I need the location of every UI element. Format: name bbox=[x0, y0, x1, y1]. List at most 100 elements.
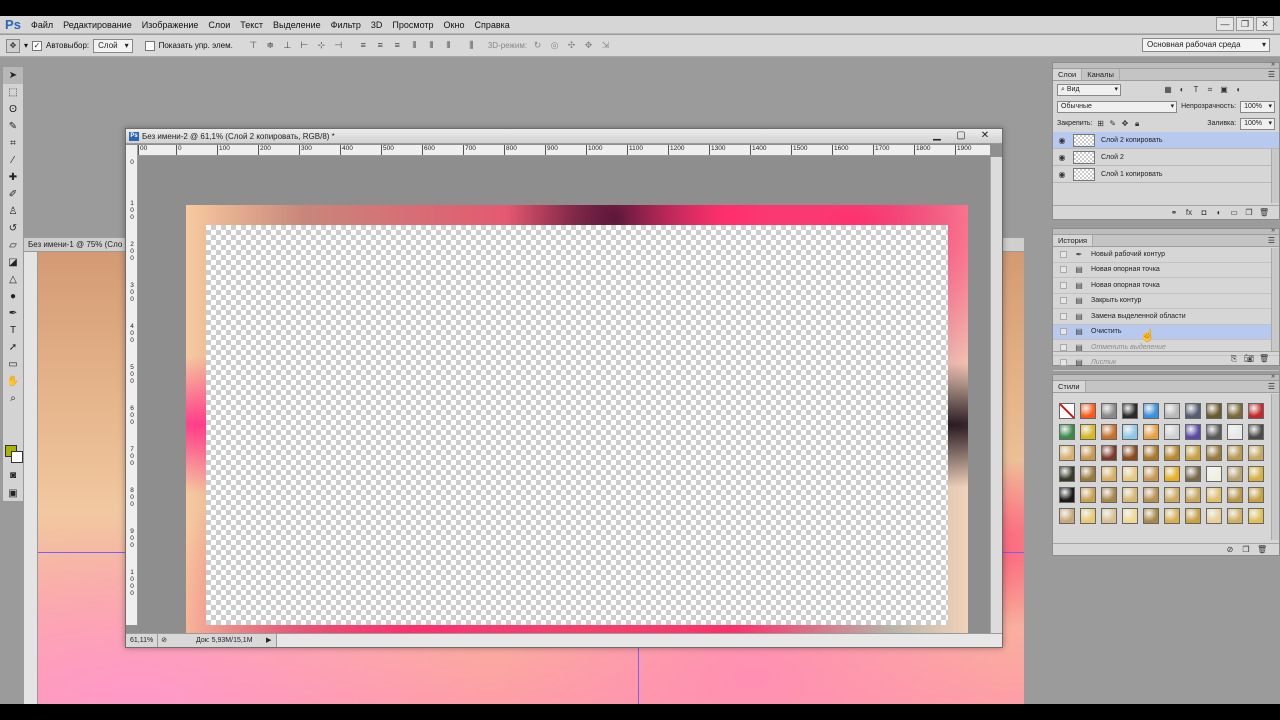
history-item[interactable]: ▤ Очистить bbox=[1053, 324, 1279, 340]
style-swatch[interactable] bbox=[1185, 445, 1201, 461]
style-swatch[interactable] bbox=[1227, 466, 1243, 482]
doc-maximize-button[interactable]: ▢ bbox=[952, 130, 970, 142]
style-swatch[interactable] bbox=[1164, 445, 1180, 461]
filter-shape-icon[interactable]: ⌗ bbox=[1205, 85, 1215, 95]
new-layer-icon[interactable]: ❐ bbox=[1244, 208, 1254, 217]
quick-mask-icon[interactable]: ◙ bbox=[3, 467, 23, 484]
style-swatch[interactable] bbox=[1248, 445, 1264, 461]
style-swatch[interactable] bbox=[1122, 445, 1138, 461]
clear-style-icon[interactable]: ⊘ bbox=[1225, 545, 1235, 554]
main-document-title[interactable]: Ps Без имени-2 @ 61,1% (Слой 2 копироват… bbox=[126, 129, 1002, 144]
eye-icon[interactable]: ◉ bbox=[1053, 170, 1071, 179]
stamp-tool-icon[interactable]: ♙ bbox=[3, 203, 23, 220]
drag-3d-icon[interactable]: ✣ bbox=[565, 39, 578, 52]
rotate-3d-icon[interactable]: ↻ bbox=[531, 39, 544, 52]
style-swatch[interactable] bbox=[1206, 487, 1222, 503]
distribute-right-icon[interactable]: ⫴ bbox=[442, 39, 455, 52]
menu-3d[interactable]: 3D bbox=[366, 20, 388, 30]
minimize-button[interactable]: — bbox=[1216, 17, 1234, 31]
lock-transparency-icon[interactable]: ⊞ bbox=[1096, 119, 1104, 129]
style-swatch[interactable] bbox=[1206, 445, 1222, 461]
healing-tool-icon[interactable]: ✚ bbox=[3, 169, 23, 186]
menu-help[interactable]: Справка bbox=[469, 20, 514, 30]
style-swatch[interactable] bbox=[1059, 424, 1075, 440]
style-swatch[interactable] bbox=[1248, 487, 1264, 503]
align-hcenter-icon[interactable]: ⊹ bbox=[315, 39, 328, 52]
style-swatch[interactable] bbox=[1122, 487, 1138, 503]
panel-menu-icon[interactable]: ☰ bbox=[1268, 235, 1275, 247]
style-swatch[interactable] bbox=[1059, 508, 1075, 524]
transparent-area[interactable] bbox=[206, 225, 948, 625]
align-left-icon[interactable]: ⊢ bbox=[298, 39, 311, 52]
add-mask-icon[interactable]: ◘ bbox=[1199, 208, 1209, 217]
delete-state-icon[interactable]: 🗑︎ bbox=[1259, 354, 1269, 363]
crop-tool-icon[interactable]: ⌗ bbox=[3, 135, 23, 152]
history-source-checkbox[interactable] bbox=[1053, 312, 1073, 320]
filter-type-icon[interactable]: T bbox=[1191, 85, 1201, 95]
new-style-icon[interactable]: ❐ bbox=[1241, 545, 1251, 554]
hand-tool-icon[interactable]: ✋ bbox=[3, 373, 23, 390]
gradient-tool-icon[interactable]: ◪ bbox=[3, 254, 23, 271]
align-top-icon[interactable]: ⊤ bbox=[247, 39, 260, 52]
layer-filter-select[interactable]: ⌕ Вид bbox=[1057, 83, 1121, 96]
eye-icon[interactable]: ◉ bbox=[1053, 153, 1071, 162]
align-bottom-icon[interactable]: ⊥ bbox=[281, 39, 294, 52]
menu-select[interactable]: Выделение bbox=[268, 20, 326, 30]
style-swatch[interactable] bbox=[1206, 466, 1222, 482]
new-adjustment-icon[interactable]: ◐ bbox=[1214, 208, 1224, 217]
scale-3d-icon[interactable]: ⇲ bbox=[599, 39, 612, 52]
align-right-icon[interactable]: ⊣ bbox=[332, 39, 345, 52]
filter-smart-object-icon[interactable]: ▣ bbox=[1219, 85, 1229, 95]
panel-menu-icon[interactable]: ☰ bbox=[1268, 381, 1275, 393]
style-swatch[interactable] bbox=[1143, 487, 1159, 503]
panel-collapse-icon[interactable]: » bbox=[1271, 227, 1275, 234]
opacity-field[interactable]: 100% bbox=[1240, 100, 1275, 113]
style-swatch[interactable] bbox=[1080, 508, 1096, 524]
filter-adjustment-icon[interactable]: ◐ bbox=[1177, 85, 1187, 95]
close-button[interactable]: ✕ bbox=[1256, 17, 1274, 31]
dodge-tool-icon[interactable]: ● bbox=[3, 288, 23, 305]
history-item[interactable]: ▤ Закрыть контур bbox=[1053, 294, 1279, 309]
layer-row[interactable]: ◉ Слой 2 копировать bbox=[1053, 132, 1279, 149]
delete-layer-icon[interactable]: 🗑︎ bbox=[1259, 208, 1269, 217]
style-swatch[interactable] bbox=[1101, 424, 1117, 440]
history-item[interactable]: ▤ Новая опорная точка bbox=[1053, 278, 1279, 294]
distribute-left-icon[interactable]: ⫴ bbox=[408, 39, 421, 52]
tab-channels[interactable]: Каналы bbox=[1082, 69, 1120, 80]
style-swatch[interactable] bbox=[1059, 466, 1075, 482]
pen-tool-icon[interactable]: ✒ bbox=[3, 305, 23, 322]
menu-image[interactable]: Изображение bbox=[137, 20, 204, 30]
history-source-checkbox[interactable] bbox=[1053, 281, 1073, 289]
doc-minimize-button[interactable]: ▁ bbox=[928, 130, 946, 142]
style-swatch[interactable] bbox=[1101, 445, 1117, 461]
layer-style-icon[interactable]: fx bbox=[1184, 208, 1194, 217]
style-swatch[interactable] bbox=[1143, 508, 1159, 524]
history-source-checkbox[interactable] bbox=[1053, 328, 1073, 336]
preset-chevron-icon[interactable]: ▾ bbox=[24, 41, 28, 50]
filter-toggle-icon[interactable]: ◖ bbox=[1233, 85, 1243, 95]
workspace-select[interactable]: Основная рабочая среда bbox=[1142, 38, 1270, 52]
distribute-vcenter-icon[interactable]: ≡ bbox=[374, 39, 387, 52]
document-horizontal-scrollbar[interactable] bbox=[276, 634, 1002, 647]
restore-button[interactable]: ❐ bbox=[1236, 17, 1254, 31]
style-swatch[interactable] bbox=[1206, 508, 1222, 524]
style-swatch[interactable] bbox=[1122, 466, 1138, 482]
layer-row[interactable]: ◉ Слой 2 bbox=[1053, 149, 1279, 166]
style-swatch[interactable] bbox=[1101, 403, 1117, 419]
lasso-tool-icon[interactable]: ʘ bbox=[3, 101, 23, 118]
frame-artwork[interactable] bbox=[186, 205, 968, 645]
style-swatch[interactable] bbox=[1206, 424, 1222, 440]
brush-tool-icon[interactable]: ✐ bbox=[3, 186, 23, 203]
document-vertical-scrollbar[interactable] bbox=[990, 157, 1002, 633]
align-vcenter-icon[interactable]: ≑ bbox=[264, 39, 277, 52]
fill-field[interactable]: 100% bbox=[1240, 117, 1276, 130]
style-swatch[interactable] bbox=[1059, 445, 1075, 461]
style-swatch[interactable] bbox=[1248, 424, 1264, 440]
style-swatch[interactable] bbox=[1080, 445, 1096, 461]
history-source-checkbox[interactable] bbox=[1053, 297, 1073, 305]
link-layers-icon[interactable]: ⚭ bbox=[1169, 208, 1179, 217]
blur-tool-icon[interactable]: △ bbox=[3, 271, 23, 288]
panel-collapse-icon[interactable]: » bbox=[1271, 61, 1275, 68]
menu-filter[interactable]: Фильтр bbox=[326, 20, 366, 30]
eye-icon[interactable]: ◉ bbox=[1053, 136, 1071, 145]
